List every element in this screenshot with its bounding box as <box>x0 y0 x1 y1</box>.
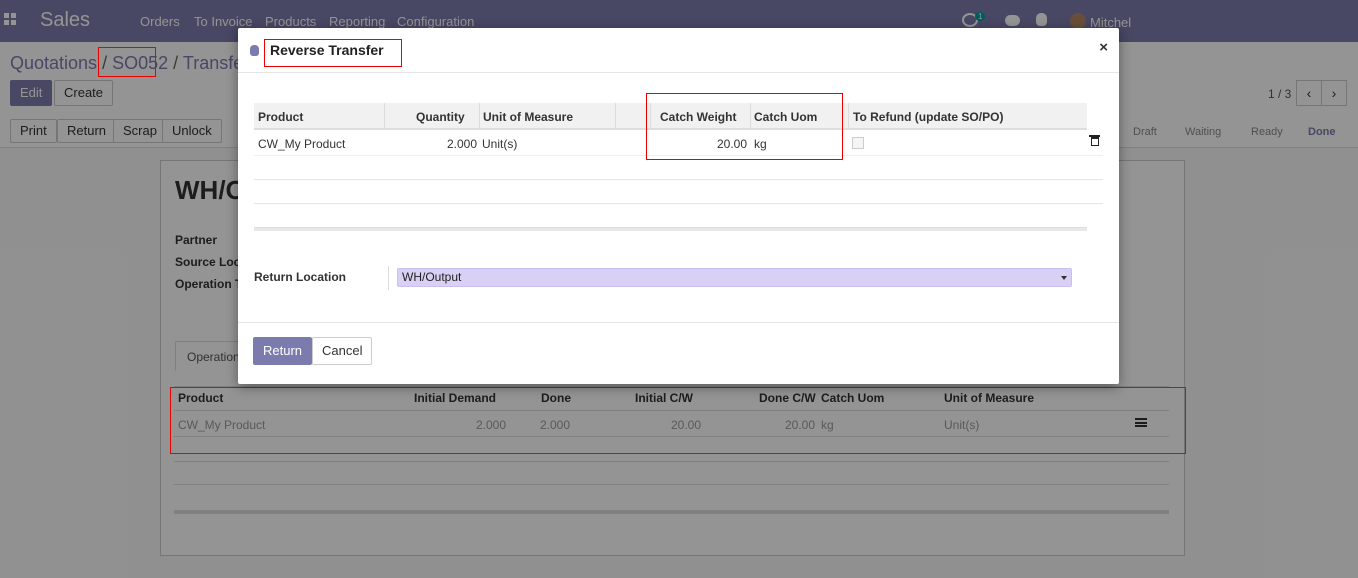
return-button[interactable]: Return <box>253 337 313 365</box>
col-to-refund[interactable]: To Refund (update SO/PO) <box>853 110 1003 124</box>
cell-product[interactable]: CW_My Product <box>258 137 345 151</box>
col-product[interactable]: Product <box>258 110 303 124</box>
caret-down-icon[interactable] <box>1061 276 1067 280</box>
annotation-box-operations <box>170 387 1186 454</box>
annotation-box-catch-weight <box>646 93 843 160</box>
trash-icon[interactable] <box>1089 135 1100 146</box>
col-separator <box>479 103 480 130</box>
table-footer <box>254 227 1087 231</box>
dialog-footer: Return Cancel <box>238 322 1119 384</box>
to-refund-checkbox[interactable] <box>852 137 864 149</box>
table-divider <box>254 203 1103 204</box>
cell-quantity[interactable]: 2.000 <box>447 137 477 151</box>
col-separator <box>615 103 616 130</box>
close-icon[interactable]: × <box>1099 39 1108 56</box>
annotation-box-title <box>264 39 402 67</box>
cell-unit-of-measure[interactable]: Unit(s) <box>482 137 517 151</box>
col-quantity[interactable]: Quantity <box>416 110 465 124</box>
return-location-label: Return Location <box>254 270 346 284</box>
field-separator <box>388 266 389 290</box>
annotation-box-so052 <box>98 47 156 77</box>
reverse-transfer-dialog: Reverse Transfer × Product Quantity Unit… <box>238 28 1119 384</box>
return-location-value: WH/Output <box>402 270 462 284</box>
col-unit-of-measure[interactable]: Unit of Measure <box>483 110 573 124</box>
bug-icon <box>250 45 259 56</box>
return-location-select[interactable]: WH/Output <box>397 268 1072 287</box>
col-separator <box>848 103 849 130</box>
table-divider <box>254 179 1103 180</box>
col-separator <box>384 103 385 130</box>
cancel-button[interactable]: Cancel <box>312 337 373 365</box>
